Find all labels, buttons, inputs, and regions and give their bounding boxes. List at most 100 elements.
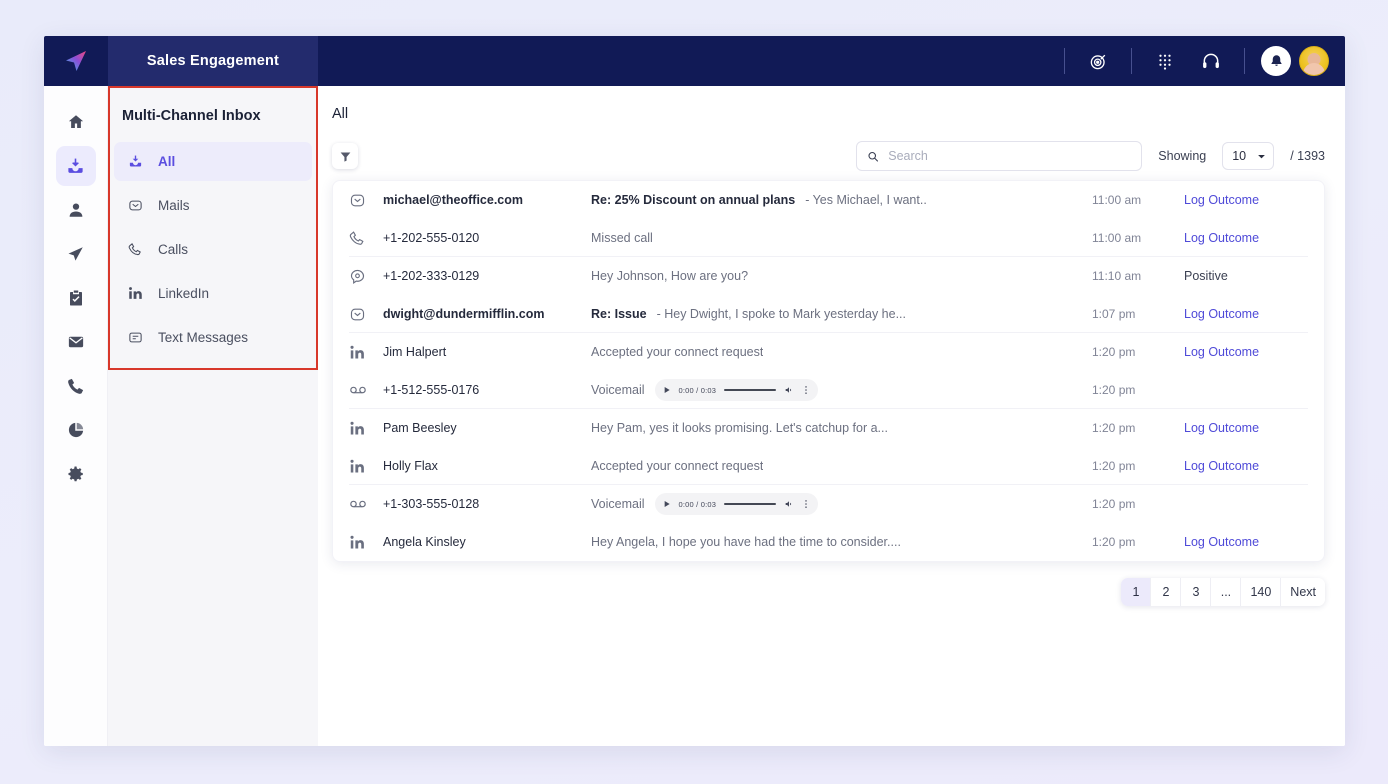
mail-icon [126, 198, 144, 213]
rail-item-home[interactable] [56, 102, 96, 142]
table-row[interactable]: Holly FlaxAccepted your connect request1… [333, 447, 1324, 485]
linkedin-icon [349, 420, 383, 437]
divider [1131, 48, 1132, 74]
message-list: michael@theoffice.comRe: 25% Discount on… [332, 180, 1325, 562]
table-row[interactable]: +1-512-555-0176Voicemail0:00 / 0:031:20 … [333, 371, 1324, 409]
rail-item-calls[interactable] [56, 366, 96, 406]
table-row[interactable]: +1-202-333-0129Hey Johnson, How are you?… [333, 257, 1324, 295]
phone-icon [67, 377, 85, 395]
icon-rail [44, 86, 108, 746]
voicemail-icon [349, 495, 383, 513]
row-sender: +1-202-333-0129 [383, 269, 591, 283]
rail-item-campaigns[interactable] [56, 234, 96, 274]
row-message: Missed call [591, 231, 1092, 245]
rail-item-settings[interactable] [56, 454, 96, 494]
linkedin-icon [349, 534, 383, 551]
pagination: 123...140Next [1121, 578, 1325, 606]
rail-item-contacts[interactable] [56, 190, 96, 230]
message-snippet: Voicemail [591, 497, 645, 511]
headset-icon[interactable] [1194, 44, 1228, 78]
mail-icon [349, 192, 383, 209]
chevron-down-icon [1257, 152, 1266, 161]
row-status[interactable]: Positive [1184, 269, 1306, 283]
table-row[interactable]: michael@theoffice.comRe: 25% Discount on… [333, 181, 1324, 219]
envelope-icon [67, 333, 85, 351]
mail-icon [349, 306, 383, 323]
search-icon [867, 150, 879, 163]
filter-button[interactable] [332, 143, 358, 169]
pagination-ellipsisellipsisellipsis[interactable]: ... [1211, 578, 1241, 606]
sidebar-item-all[interactable]: All [114, 142, 312, 181]
play-icon[interactable] [663, 500, 671, 508]
message-snippet: Hey Angela, I hope you have had the time… [591, 535, 901, 549]
log-outcome-link[interactable]: Log Outcome [1184, 231, 1306, 245]
row-sender: Jim Halpert [383, 345, 591, 359]
row-timestamp: 1:20 pm [1092, 345, 1184, 359]
pagination-140[interactable]: 140 [1241, 578, 1281, 606]
message-snippet: - Yes Michael, I want.. [805, 193, 927, 207]
progress-track[interactable] [724, 389, 776, 391]
log-outcome-link[interactable]: Log Outcome [1184, 345, 1306, 359]
home-icon [67, 113, 85, 131]
row-message: Hey Angela, I hope you have had the time… [591, 535, 1092, 549]
sidebar-item-label: All [158, 154, 175, 169]
log-outcome-link[interactable]: Log Outcome [1184, 421, 1306, 435]
page-size-select[interactable]: 10 [1222, 142, 1274, 170]
sidebar-item-mails[interactable]: Mails [114, 186, 312, 225]
linkedin-icon [126, 286, 144, 301]
search-input[interactable] [888, 149, 1131, 163]
linkedin-icon [349, 344, 383, 361]
rail-item-inbox[interactable] [56, 146, 96, 186]
divider [1064, 48, 1065, 74]
kebab-menu-icon[interactable] [802, 385, 810, 395]
paper-plane-logo-icon [62, 47, 90, 75]
sidebar-item-text-messages[interactable]: Text Messages [114, 318, 312, 357]
voicemail-player[interactable]: 0:00 / 0:03 [655, 493, 819, 515]
table-row[interactable]: +1-303-555-0128Voicemail0:00 / 0:031:20 … [333, 485, 1324, 523]
pagination-next[interactable]: Next [1281, 578, 1325, 606]
log-outcome-link[interactable]: Log Outcome [1184, 307, 1306, 321]
table-row[interactable]: Pam BeesleyHey Pam, yes it looks promisi… [333, 409, 1324, 447]
message-snippet: Accepted your connect request [591, 345, 763, 359]
message-subject: Re: 25% Discount on annual plans [591, 193, 795, 207]
panel-title: Multi-Channel Inbox [108, 86, 318, 142]
message-icon [126, 330, 144, 345]
pagination-1[interactable]: 1 [1121, 578, 1151, 606]
table-row[interactable]: dwight@dundermifflin.comRe: Issue - Hey … [333, 295, 1324, 333]
play-icon[interactable] [663, 386, 671, 394]
log-outcome-link[interactable]: Log Outcome [1184, 459, 1306, 473]
app-logo[interactable] [44, 36, 108, 86]
pagination-3[interactable]: 3 [1181, 578, 1211, 606]
log-outcome-link[interactable]: Log Outcome [1184, 193, 1306, 207]
search-box[interactable] [856, 141, 1142, 171]
target-icon[interactable] [1081, 44, 1115, 78]
person-icon [67, 201, 85, 219]
dialpad-icon[interactable] [1148, 44, 1182, 78]
table-row[interactable]: +1-202-555-0120Missed call11:00 amLog Ou… [333, 219, 1324, 257]
rail-item-tasks[interactable] [56, 278, 96, 318]
sidebar-item-calls[interactable]: Calls [114, 230, 312, 269]
message-snippet: Voicemail [591, 383, 645, 397]
volume-icon[interactable] [784, 499, 794, 509]
message-subject: Re: Issue [591, 307, 647, 321]
pagination-2[interactable]: 2 [1151, 578, 1181, 606]
log-outcome-link[interactable]: Log Outcome [1184, 535, 1306, 549]
voicemail-player[interactable]: 0:00 / 0:03 [655, 379, 819, 401]
filter-icon [339, 150, 352, 163]
avatar[interactable] [1299, 46, 1329, 76]
notification-bell-button[interactable] [1261, 46, 1291, 76]
rail-item-reports[interactable] [56, 410, 96, 450]
message-snippet: Accepted your connect request [591, 459, 763, 473]
rail-item-mail[interactable] [56, 322, 96, 362]
table-row[interactable]: Angela KinsleyHey Angela, I hope you hav… [333, 523, 1324, 561]
row-message: Voicemail 0:00 / 0:03 [591, 379, 1092, 401]
inbox-panel: Multi-Channel Inbox All [108, 86, 318, 746]
table-row[interactable]: Jim HalpertAccepted your connect request… [333, 333, 1324, 371]
progress-track[interactable] [724, 503, 776, 505]
row-sender: michael@theoffice.com [383, 193, 591, 207]
sidebar-item-linkedin[interactable]: LinkedIn [114, 274, 312, 313]
kebab-menu-icon[interactable] [802, 499, 810, 509]
volume-icon[interactable] [784, 385, 794, 395]
list-toolbar: Showing 10 / 1393 [332, 132, 1325, 180]
showing-label: Showing [1158, 149, 1206, 163]
